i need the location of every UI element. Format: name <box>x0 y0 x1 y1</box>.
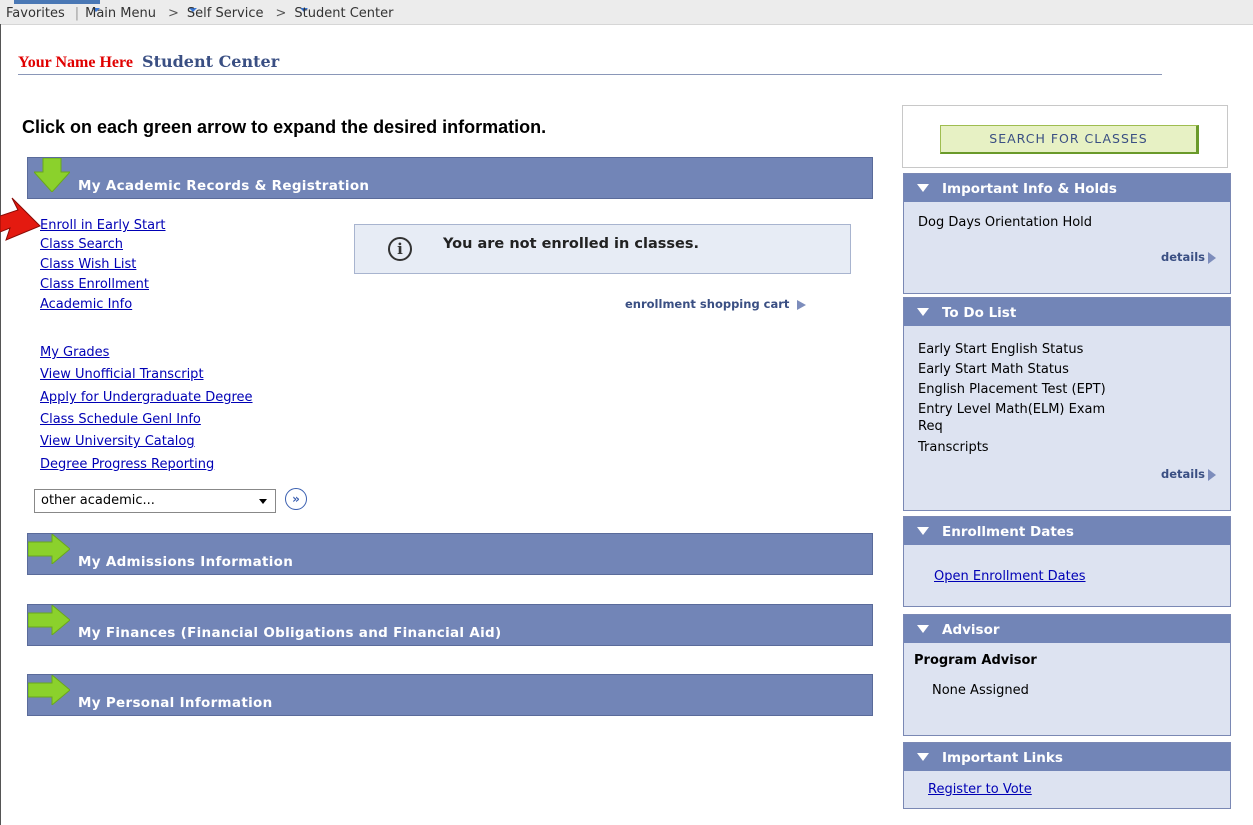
link-class-search[interactable]: Class Search <box>40 237 123 252</box>
triangle-down-icon <box>917 308 929 316</box>
pagelet-header[interactable]: Enrollment Dates <box>904 517 1230 545</box>
section-finances[interactable]: My Finances (Financial Obligations and F… <box>27 604 873 646</box>
triangle-right-icon <box>1208 468 1216 481</box>
other-academic-select[interactable]: other academic... <box>34 489 276 513</box>
pagelet-title: Advisor <box>942 622 1000 638</box>
main-menu-label: Main Menu <box>85 6 156 21</box>
details-label: details <box>1160 250 1205 264</box>
pagelet-advisor: Advisor Program Advisor None Assigned <box>903 614 1231 736</box>
shopping-cart-link[interactable]: enrollment shopping cart <box>625 297 807 311</box>
link-my-grades[interactable]: My Grades <box>40 345 109 360</box>
pagelet-title: Enrollment Dates <box>942 524 1074 540</box>
todo-item: English Placement Test (EPT) <box>918 382 1106 397</box>
chevron-down-icon <box>259 499 267 504</box>
todo-item: Req <box>918 419 943 434</box>
favorites-label: Favorites <box>6 6 65 21</box>
breadcrumb-label: Self Service <box>186 6 264 21</box>
info-icon: i <box>388 237 412 261</box>
todo-item: Early Start English Status <box>918 342 1084 357</box>
triangle-down-icon <box>917 625 929 633</box>
link-class-schedule[interactable]: Class Schedule Genl Info <box>40 412 201 427</box>
link-academic-info[interactable]: Academic Info <box>40 297 132 312</box>
pagelet-header[interactable]: Important Info & Holds <box>904 174 1230 202</box>
link-apply-degree[interactable]: Apply for Undergraduate Degree <box>40 390 253 405</box>
pagelet-title: To Do List <box>942 305 1017 321</box>
pagelet-title: Important Links <box>942 750 1063 766</box>
enrollment-status-box: i You are not enrolled in classes. <box>354 224 851 274</box>
instructions-text: Click on each green arrow to expand the … <box>22 117 547 137</box>
triangle-down-icon <box>917 527 929 535</box>
link-university-catalog[interactable]: View University Catalog <box>40 434 195 449</box>
section-academic-records[interactable]: My Academic Records & Registration <box>27 157 873 199</box>
triangle-right-icon <box>1208 251 1216 264</box>
red-pointer-arrow-icon <box>0 197 41 241</box>
breadcrumb-separator: > <box>275 6 287 21</box>
link-unofficial-transcript[interactable]: View Unofficial Transcript <box>40 367 204 382</box>
nav-menu: Favorites | Main Menu > Self Service > Student… <box>6 6 394 27</box>
triangle-right-icon <box>797 299 807 310</box>
shopping-cart-label: enrollment shopping cart <box>625 297 790 311</box>
green-arrow-right-icon[interactable] <box>28 605 70 635</box>
pagelet-enrollment-dates: Enrollment Dates Open Enrollment Dates <box>903 516 1231 607</box>
page-title-text: Student Center <box>142 52 280 71</box>
main-menu[interactable]: Main Menu <box>85 6 198 27</box>
search-for-classes-button[interactable]: SEARCH FOR CLASSES <box>940 125 1199 154</box>
title-divider <box>18 74 1162 75</box>
link-class-enrollment[interactable]: Class Enrollment <box>40 277 149 292</box>
green-arrow-down-icon[interactable] <box>34 158 70 192</box>
breadcrumb-separator: > <box>167 6 179 21</box>
green-arrow-right-icon[interactable] <box>28 534 70 564</box>
advisor-name: None Assigned <box>932 683 1029 698</box>
logo-strip <box>14 0 100 4</box>
breadcrumb-self-service[interactable]: Self Service <box>186 6 308 27</box>
pagelet-important-info-holds: Important Info & Holds Dog Days Orientat… <box>903 173 1231 294</box>
link-register-to-vote[interactable]: Register to Vote <box>928 782 1032 797</box>
pagelet-to-do-list: To Do List Early Start English Status Ea… <box>903 297 1231 511</box>
advisor-role: Program Advisor <box>914 653 1037 668</box>
todo-item: Early Start Math Status <box>918 362 1069 377</box>
section-personal-info[interactable]: My Personal Information <box>27 674 873 716</box>
triangle-down-icon <box>917 753 929 761</box>
favorites-menu[interactable]: Favorites <box>6 6 101 27</box>
pagelet-important-links: Important Links Register to Vote <box>903 742 1231 809</box>
todo-item: Transcripts <box>918 440 989 455</box>
page-title: Your Name Here Student Center <box>18 52 279 72</box>
top-navigation-bar: Favorites | Main Menu > Self Service > Student… <box>0 0 1253 27</box>
section-admissions[interactable]: My Admissions Information <box>27 533 873 575</box>
section-label: My Academic Records & Registration <box>78 178 370 194</box>
link-degree-progress[interactable]: Degree Progress Reporting <box>40 457 214 472</box>
link-open-enrollment-dates[interactable]: Open Enrollment Dates <box>934 569 1086 584</box>
link-enroll-early-start[interactable]: Enroll in Early Start <box>40 218 166 233</box>
section-label: My Personal Information <box>78 695 273 711</box>
pagelet-header[interactable]: Important Links <box>904 743 1230 771</box>
menu-divider: | <box>74 6 80 21</box>
details-label: details <box>1160 467 1205 481</box>
pagelet-header[interactable]: Advisor <box>904 615 1230 643</box>
breadcrumb-student-center: Student Center <box>294 6 394 21</box>
pagelet-title: Important Info & Holds <box>942 181 1117 197</box>
todo-item: Entry Level Math(ELM) Exam <box>918 402 1106 417</box>
go-button[interactable]: » <box>285 488 307 510</box>
pagelet-header[interactable]: To Do List <box>904 298 1230 326</box>
page-left-border <box>0 24 1 825</box>
section-label: My Finances (Financial Obligations and F… <box>78 625 502 641</box>
hold-item: Dog Days Orientation Hold <box>918 215 1093 230</box>
holds-details-link[interactable]: details <box>1161 250 1216 264</box>
section-label: My Admissions Information <box>78 554 294 570</box>
enrollment-status-message: You are not enrolled in classes. <box>443 236 699 252</box>
select-value: other academic... <box>41 493 155 508</box>
student-name: Your Name Here <box>18 54 133 71</box>
green-arrow-right-icon[interactable] <box>28 675 70 705</box>
link-class-wish-list[interactable]: Class Wish List <box>40 257 136 272</box>
todo-details-link[interactable]: details <box>1161 467 1216 481</box>
triangle-down-icon <box>917 184 929 192</box>
